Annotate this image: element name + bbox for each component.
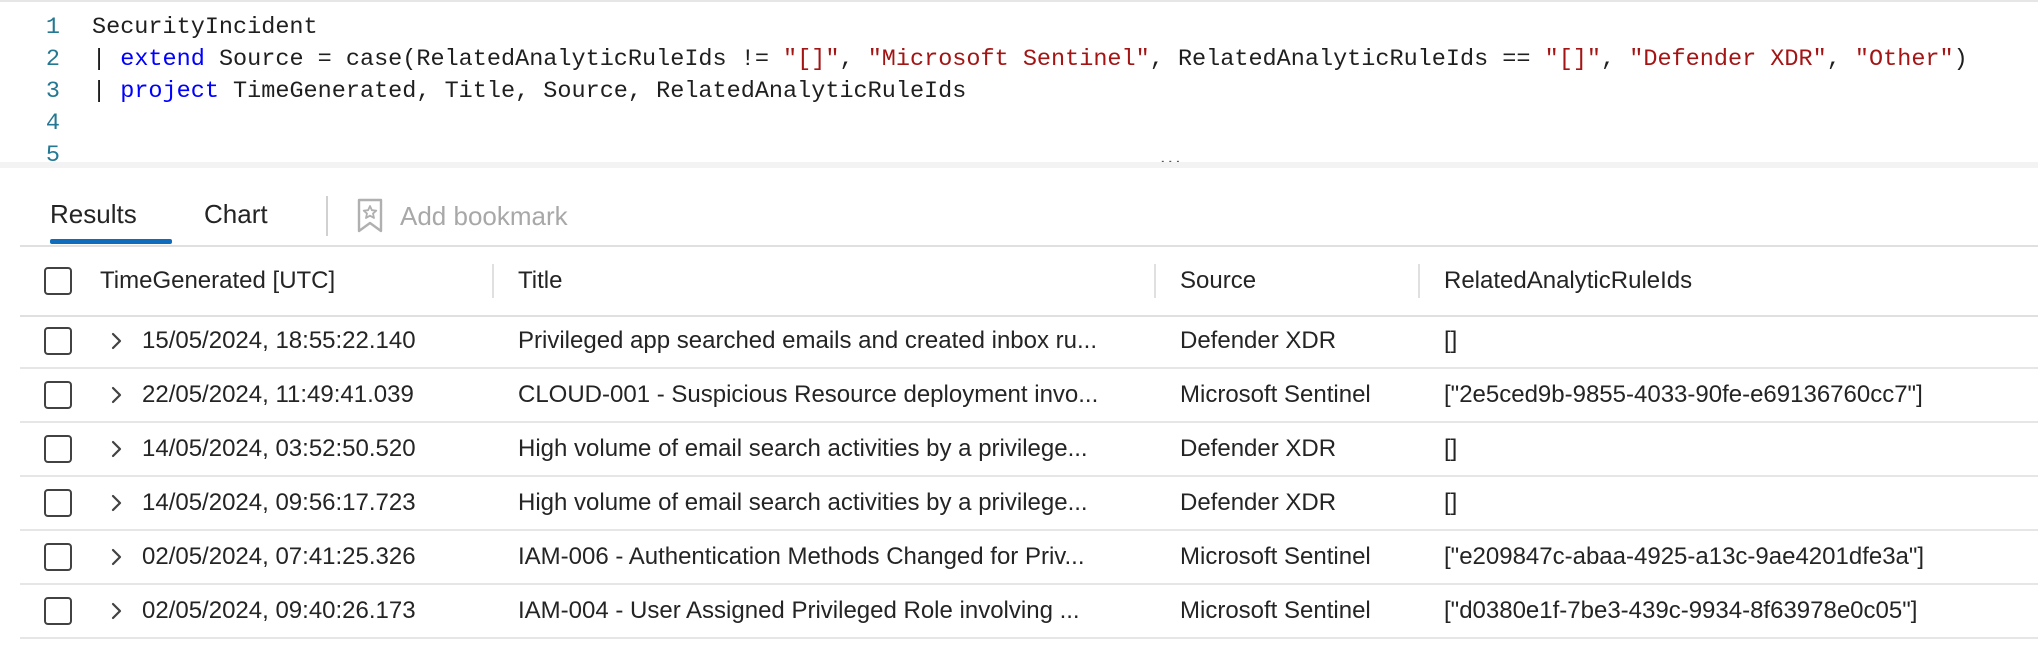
cell-title: Privileged app searched emails and creat… — [518, 327, 1097, 354]
cell-relatedanalyticruleids: ["d0380e1f-7be3-439c-9934-8f63978e0c05"] — [1444, 597, 1918, 624]
cell-relatedanalyticruleids: ["2e5ced9b-9855-4033-90fe-e69136760cc7"] — [1444, 381, 1923, 408]
cell-relatedanalyticruleids: [] — [1444, 327, 1458, 354]
string-token: "[]" — [1544, 46, 1602, 73]
code-token: ) — [1953, 46, 1968, 73]
column-header-relatedanalyticruleids[interactable]: RelatedAnalyticRuleIds — [1444, 247, 1692, 315]
string-token: "Other" — [1854, 46, 1954, 73]
cell-timegenerated: 14/05/2024, 03:52:50.520 — [142, 435, 416, 462]
cell-title: CLOUD-001 - Suspicious Resource deployme… — [518, 381, 1099, 408]
cell-timegenerated: 02/05/2024, 09:40:26.173 — [142, 597, 416, 624]
keyword-token: extend — [120, 46, 205, 73]
code-text[interactable]: | project TimeGenerated, Title, Source, … — [92, 76, 966, 108]
bookmark-icon — [357, 198, 383, 233]
results-tabs: Results Chart Add bookmark — [20, 188, 2038, 244]
row-checkbox[interactable] — [44, 381, 72, 409]
table-row[interactable]: 15/05/2024, 18:55:22.140 Privileged app s… — [20, 315, 2038, 369]
line-number: 1 — [45, 14, 60, 41]
cell-source: Microsoft Sentinel — [1180, 597, 1371, 624]
cell-title: High volume of email search activities b… — [518, 435, 1088, 462]
cell-timegenerated: 02/05/2024, 07:41:25.326 — [142, 543, 416, 570]
line-number: 5 — [45, 142, 60, 162]
code-token: | — [92, 46, 121, 73]
cell-source: Defender XDR — [1180, 327, 1337, 354]
resize-grip[interactable]: ... — [1160, 147, 1183, 162]
line-number: 2 — [45, 46, 60, 73]
string-token: "Microsoft Sentinel" — [867, 46, 1150, 73]
chevron-right-icon[interactable] — [102, 381, 130, 409]
cell-source: Defender XDR — [1180, 435, 1337, 462]
cell-source: Defender XDR — [1180, 489, 1337, 516]
row-checkbox[interactable] — [44, 597, 72, 625]
active-tab-indicator — [50, 239, 172, 244]
add-bookmark-label: Add bookmark — [400, 200, 568, 231]
chevron-right-icon[interactable] — [102, 327, 130, 355]
table-row[interactable]: 02/05/2024, 07:41:25.326 IAM-006 - Authen… — [20, 531, 2038, 585]
tab-chart[interactable]: Chart — [204, 188, 268, 244]
code-text[interactable]: SecurityIncident — [92, 12, 318, 44]
chevron-right-icon[interactable] — [102, 597, 130, 625]
cell-source: Microsoft Sentinel — [1180, 543, 1371, 570]
table-row[interactable]: 14/05/2024, 09:56:17.723 High volume of e… — [20, 477, 2038, 531]
code-token: , — [1601, 46, 1630, 73]
code-token: TimeGenerated, Title, Source, RelatedAna… — [218, 78, 967, 105]
cell-timegenerated: 15/05/2024, 18:55:22.140 — [142, 327, 416, 354]
table-row[interactable]: 02/05/2024, 09:40:26.173 IAM-004 - User A… — [20, 585, 2038, 639]
row-checkbox[interactable] — [44, 435, 72, 463]
column-resize-handle[interactable] — [492, 264, 494, 298]
cell-title: IAM-004 - User Assigned Privileged Role … — [518, 597, 1080, 624]
code-token: , RelatedAnalyticRuleIds == — [1149, 46, 1545, 73]
cell-relatedanalyticruleids: [] — [1444, 489, 1458, 516]
chevron-right-icon[interactable] — [102, 489, 130, 517]
toolbar-divider — [326, 196, 328, 236]
select-all-checkbox[interactable] — [44, 267, 72, 295]
string-token: "Defender XDR" — [1629, 46, 1827, 73]
code-token: , — [839, 46, 868, 73]
table-row[interactable]: 22/05/2024, 11:49:41.039 CLOUD-001 - Susp… — [20, 369, 2038, 423]
line-number: 4 — [45, 110, 60, 137]
cell-timegenerated: 22/05/2024, 11:49:41.039 — [142, 381, 414, 408]
row-checkbox[interactable] — [44, 543, 72, 571]
line-number: 3 — [45, 78, 60, 105]
cell-timegenerated: 14/05/2024, 09:56:17.723 — [142, 489, 416, 516]
column-header-title[interactable]: Title — [518, 247, 562, 315]
column-header-source[interactable]: Source — [1180, 247, 1256, 315]
add-bookmark-button[interactable]: Add bookmark — [356, 188, 568, 244]
table-row[interactable]: 14/05/2024, 03:52:50.520 High volume of e… — [20, 423, 2038, 477]
row-checkbox[interactable] — [44, 327, 72, 355]
cell-title: IAM-006 - Authentication Methods Changed… — [518, 543, 1085, 570]
cell-relatedanalyticruleids: [] — [1444, 435, 1458, 462]
chevron-right-icon[interactable] — [102, 435, 130, 463]
editor-top-border — [0, 0, 2038, 2]
code-token: SecurityIncident — [92, 14, 318, 41]
tab-results[interactable]: Results — [50, 188, 137, 244]
cell-source: Microsoft Sentinel — [1180, 381, 1371, 408]
code-token: Source = case(RelatedAnalyticRuleIds != — [204, 46, 784, 73]
code-text[interactable]: | extend Source = case(RelatedAnalyticRu… — [92, 44, 1968, 76]
chevron-right-icon[interactable] — [102, 543, 130, 571]
keyword-token: project — [120, 78, 219, 105]
cell-title: High volume of email search activities b… — [518, 489, 1088, 516]
cell-relatedanalyticruleids: ["e209847c-abaa-4925-a13c-9ae4201dfe3a"] — [1444, 543, 1925, 570]
code-token: , — [1826, 46, 1855, 73]
column-resize-handle[interactable] — [1418, 264, 1420, 298]
grid-header: TimeGenerated [UTC] Title Source Related… — [20, 245, 2038, 317]
editor-results-splitter[interactable] — [0, 162, 2038, 168]
column-resize-handle[interactable] — [1154, 264, 1156, 298]
string-token: "[]" — [783, 46, 840, 73]
query-editor[interactable]: 1 SecurityIncident 2 | extend Source = case… — [0, 0, 2038, 162]
row-checkbox[interactable] — [44, 489, 72, 517]
code-token: | — [92, 78, 121, 105]
column-header-timegenerated[interactable]: TimeGenerated [UTC] — [100, 247, 335, 315]
